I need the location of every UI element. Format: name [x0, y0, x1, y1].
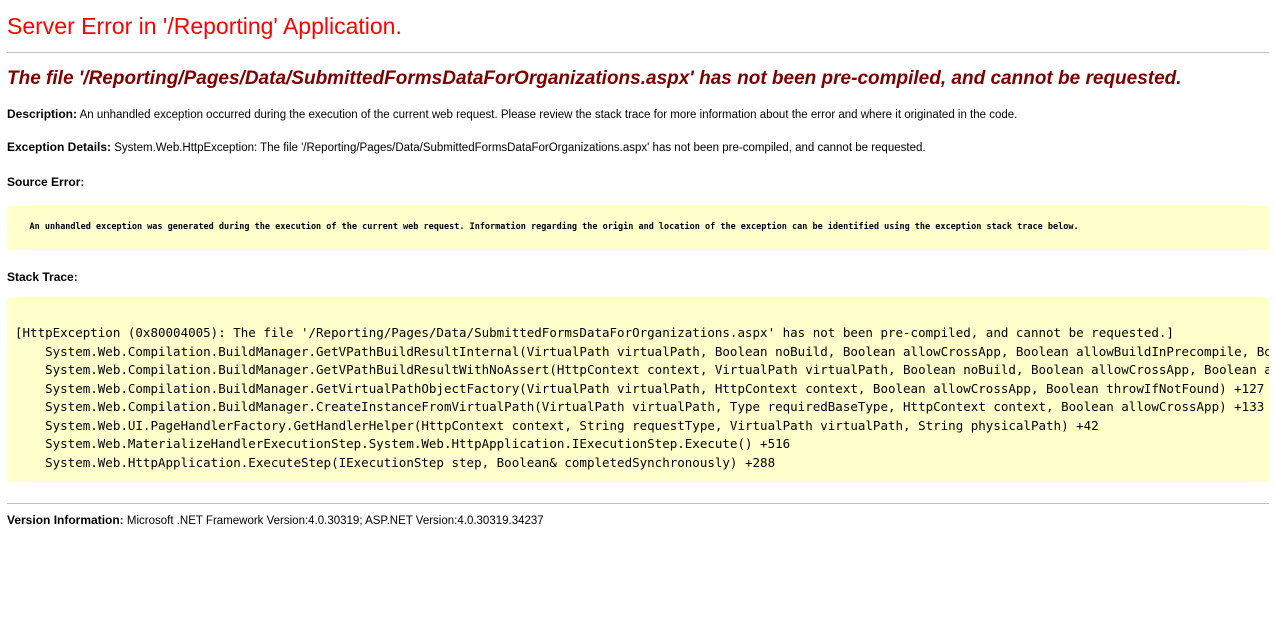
stack-trace-line: System.Web.MaterializeHandlerExecutionSt… [15, 435, 1261, 454]
stack-trace-line: System.Web.Compilation.BuildManager.GetV… [15, 380, 1261, 399]
version-info-text: Microsoft .NET Framework Version:4.0.303… [127, 515, 544, 527]
page-subtitle: The file '/Reporting/Pages/Data/Submitte… [7, 68, 1269, 90]
description-line: Description: An unhandled exception occu… [7, 108, 1269, 122]
source-error-box: An unhandled exception was generated dur… [7, 206, 1269, 250]
exception-details-text: System.Web.HttpException: The file '/Rep… [114, 142, 925, 154]
description-label: Description: [7, 107, 77, 121]
version-info-label: Version Information: [7, 513, 124, 527]
stack-trace-label: Stack Trace: [7, 270, 1269, 284]
server-error-page: Server Error in '/Reporting' Application… [0, 0, 1276, 643]
stack-trace-line: [HttpException (0x80004005): The file '/… [15, 324, 1261, 343]
footer-divider [7, 503, 1269, 504]
stack-trace-box: [HttpException (0x80004005): The file '/… [7, 298, 1269, 482]
version-info-line: Version Information: Microsoft .NET Fram… [7, 513, 1269, 527]
description-text: An unhandled exception occurred during t… [80, 109, 1018, 121]
stack-trace-line: System.Web.Compilation.BuildManager.GetV… [15, 343, 1261, 362]
stack-trace-line: System.Web.HttpApplication.ExecuteStep(I… [15, 454, 1261, 473]
source-error-label: Source Error: [7, 175, 1269, 189]
title-divider [7, 52, 1269, 53]
page-title: Server Error in '/Reporting' Application… [7, 13, 1269, 40]
exception-details-line: Exception Details: System.Web.HttpExcept… [7, 141, 1269, 155]
stack-trace-line: System.Web.Compilation.BuildManager.Crea… [15, 398, 1261, 417]
exception-details-label: Exception Details: [7, 140, 111, 154]
stack-trace-line: System.Web.Compilation.BuildManager.GetV… [15, 361, 1261, 380]
stack-trace-line: System.Web.UI.PageHandlerFactory.GetHand… [15, 417, 1261, 436]
stack-trace-pre: [HttpException (0x80004005): The file '/… [7, 298, 1269, 482]
source-error-message: An unhandled exception was generated dur… [29, 222, 1078, 232]
